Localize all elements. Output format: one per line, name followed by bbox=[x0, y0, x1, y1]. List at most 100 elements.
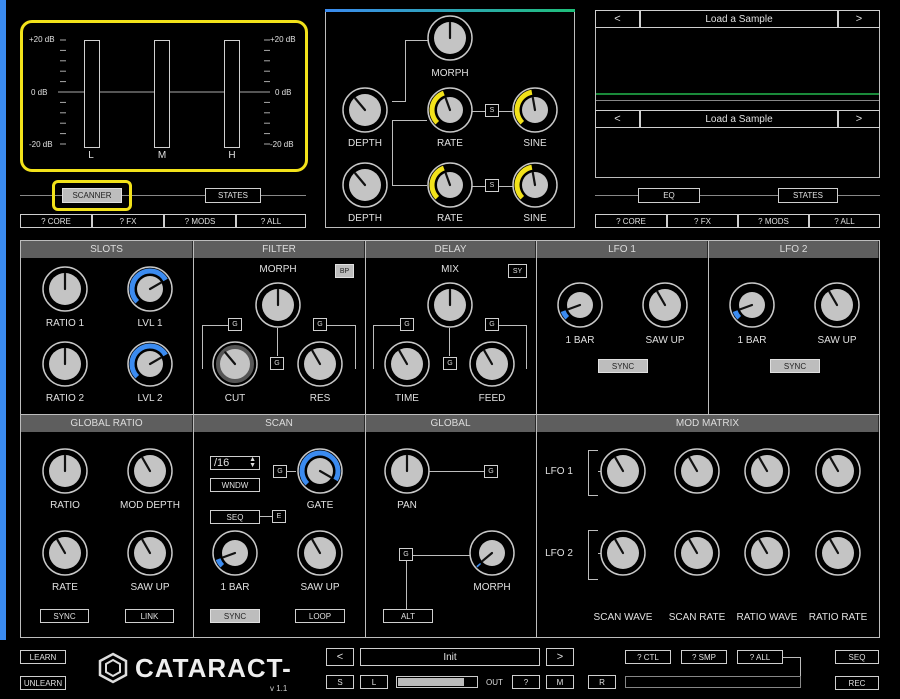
scan-sync-button[interactable]: SYNC bbox=[210, 609, 260, 623]
sample1-name[interactable]: Load a Sample bbox=[640, 10, 838, 28]
mm-lfo2-label: LFO 2 bbox=[545, 548, 573, 559]
help-fx-button[interactable]: ? FX bbox=[92, 214, 164, 228]
states-button-right[interactable]: STATES bbox=[778, 188, 838, 203]
sample2-name[interactable]: Load a Sample bbox=[640, 110, 838, 128]
delay-g-button-right[interactable]: G bbox=[485, 318, 499, 331]
delay-g-button-center[interactable]: G bbox=[443, 357, 457, 370]
preset-next-button[interactable]: > bbox=[546, 648, 574, 666]
states-button[interactable]: STATES bbox=[205, 188, 261, 203]
sync-s-button-2[interactable]: S bbox=[485, 179, 499, 192]
global-g-button-2[interactable]: G bbox=[399, 548, 413, 561]
sample1-next-button[interactable]: > bbox=[838, 10, 880, 28]
left-accent-strip bbox=[0, 0, 6, 640]
header-mod-matrix: MOD MATRIX bbox=[537, 415, 879, 432]
help-all-button[interactable]: ? ALL bbox=[236, 214, 306, 228]
help-fx-button-right[interactable]: ? FX bbox=[667, 214, 738, 228]
scan-division-select[interactable]: /16 ▲ ▼ bbox=[210, 456, 260, 470]
header-lfo1: LFO 1 bbox=[537, 241, 708, 258]
scan-division-value: /16 bbox=[214, 457, 230, 469]
meter-bar-low bbox=[84, 40, 100, 148]
m-button[interactable]: M bbox=[546, 675, 574, 689]
scan-g-button[interactable]: G bbox=[273, 465, 287, 478]
eq-button[interactable]: EQ bbox=[638, 188, 700, 203]
filter-g-button-right[interactable]: G bbox=[313, 318, 327, 331]
help-ctl-button[interactable]: ? CTL bbox=[625, 650, 671, 664]
meter-channel-l: L bbox=[88, 150, 94, 161]
question-button[interactable]: ? bbox=[512, 675, 540, 689]
lfo2-bar-label: 1 BAR bbox=[737, 335, 767, 346]
filter-bp-button[interactable]: BP bbox=[335, 264, 354, 278]
header-delay: DELAY bbox=[366, 241, 536, 258]
delay-sy-button[interactable]: SY bbox=[508, 264, 527, 278]
feed-label: FEED bbox=[478, 393, 506, 404]
scan-gate-label: GATE bbox=[306, 500, 334, 511]
preset-name[interactable]: Init bbox=[360, 648, 540, 666]
lvl1-label: LVL 1 bbox=[137, 318, 163, 329]
out-label: OUT bbox=[486, 678, 503, 687]
sample-divider bbox=[596, 100, 879, 101]
scan-wndw-button[interactable]: WNDW bbox=[210, 478, 260, 492]
header-filter: FILTER bbox=[194, 241, 365, 258]
meter-channel-m: M bbox=[157, 150, 167, 161]
mm-col-scan-wave: SCAN WAVE bbox=[593, 612, 653, 623]
r-button[interactable]: R bbox=[588, 675, 616, 689]
footer-wire bbox=[783, 657, 801, 677]
global-g-button-1[interactable]: G bbox=[484, 465, 498, 478]
gr-sync-button[interactable]: SYNC bbox=[40, 609, 89, 623]
scan-seq-button[interactable]: SEQ bbox=[210, 510, 260, 524]
sample2-prev-button[interactable]: < bbox=[595, 110, 640, 128]
lfo2-sync-button[interactable]: SYNC bbox=[770, 359, 820, 373]
time-label: TIME bbox=[395, 393, 419, 404]
grid-vline-3 bbox=[536, 240, 537, 638]
filter-g-button-left[interactable]: G bbox=[228, 318, 242, 331]
rec-button[interactable]: REC bbox=[835, 676, 879, 690]
help-all-footer-button[interactable]: ? ALL bbox=[737, 650, 783, 664]
save-s-button[interactable]: S bbox=[326, 675, 354, 689]
rate-label-1: RATE bbox=[437, 138, 463, 149]
sample1-prev-button[interactable]: < bbox=[595, 10, 640, 28]
learn-button[interactable]: LEARN bbox=[20, 650, 66, 664]
scan-loop-button[interactable]: LOOP bbox=[295, 609, 345, 623]
preset-prev-button[interactable]: < bbox=[326, 648, 354, 666]
gr-link-button[interactable]: LINK bbox=[125, 609, 174, 623]
morph-core-gradient bbox=[325, 9, 575, 12]
stepper-icon: ▲ ▼ bbox=[249, 456, 256, 469]
lfo1-sync-button[interactable]: SYNC bbox=[598, 359, 648, 373]
sync-s-button-1[interactable]: S bbox=[485, 104, 499, 117]
help-smp-button[interactable]: ? SMP bbox=[681, 650, 727, 664]
scan-e-button[interactable]: E bbox=[272, 510, 286, 523]
lvl2-label: LVL 2 bbox=[137, 393, 163, 404]
sample2-next-button[interactable]: > bbox=[838, 110, 880, 128]
filter-g-button-center[interactable]: G bbox=[270, 357, 284, 370]
header-scan: SCAN bbox=[194, 415, 365, 432]
morph-label: MORPH bbox=[431, 68, 469, 79]
lfo2-saw-label: SAW UP bbox=[817, 335, 857, 346]
global-alt-button[interactable]: ALT bbox=[383, 609, 433, 623]
mm-lfo1-label: LFO 1 bbox=[545, 466, 573, 477]
main-grid bbox=[20, 240, 880, 638]
load-l-button[interactable]: L bbox=[360, 675, 388, 689]
help-all-button-right[interactable]: ? ALL bbox=[809, 214, 880, 228]
brand-text: CATARACT bbox=[135, 653, 283, 683]
help-mods-button[interactable]: ? MODS bbox=[164, 214, 236, 228]
scanner-button[interactable]: SCANNER bbox=[62, 188, 122, 203]
help-core-button[interactable]: ? CORE bbox=[20, 214, 92, 228]
mm-col-ratio-wave: RATIO WAVE bbox=[736, 612, 798, 623]
delay-g-button-left[interactable]: G bbox=[400, 318, 414, 331]
gr-saw-label: SAW UP bbox=[130, 582, 170, 593]
seq-button[interactable]: SEQ bbox=[835, 650, 879, 664]
mm-col-scan-rate: SCAN RATE bbox=[668, 612, 726, 623]
unlearn-button[interactable]: UNLEARN bbox=[20, 676, 66, 690]
help-core-button-right[interactable]: ? CORE bbox=[595, 214, 667, 228]
lfo1-bar-label: 1 BAR bbox=[565, 335, 595, 346]
lfo1-saw-label: SAW UP bbox=[645, 335, 685, 346]
output-level-slider[interactable] bbox=[396, 676, 478, 688]
ratio1-label: RATIO 1 bbox=[45, 318, 85, 329]
depth-label-1: DEPTH bbox=[348, 138, 382, 149]
waveform-line bbox=[596, 93, 879, 95]
global-pan-label: PAN bbox=[397, 500, 417, 511]
delay-mix-label: MIX bbox=[441, 264, 459, 275]
gr-rate-label: RATE bbox=[52, 582, 78, 593]
help-mods-button-right[interactable]: ? MODS bbox=[738, 214, 809, 228]
output-level-fill bbox=[398, 678, 464, 686]
